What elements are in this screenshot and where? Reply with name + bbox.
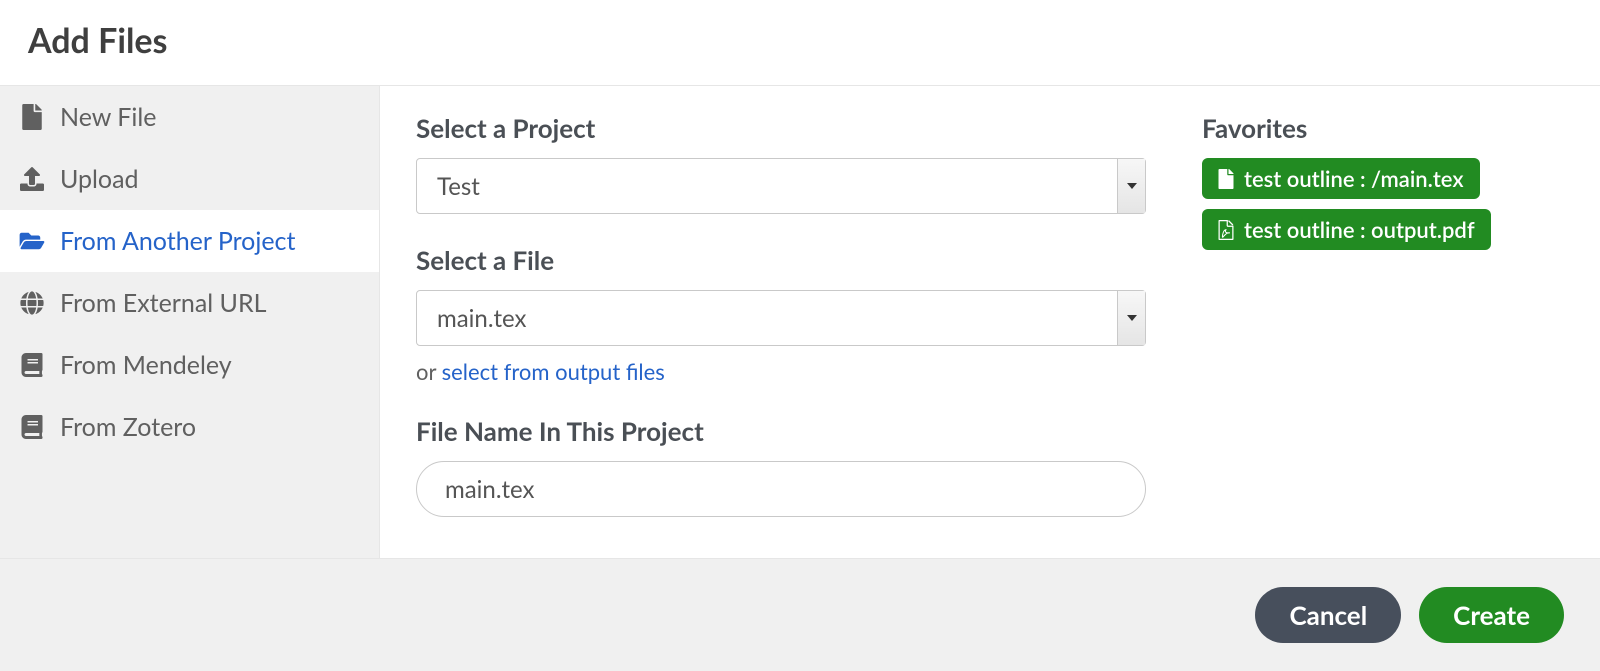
- book-icon: [18, 353, 46, 377]
- favorites-panel: Favorites test outline : /main.tex: [1202, 108, 1522, 530]
- project-select[interactable]: Test: [416, 158, 1146, 214]
- favorite-item[interactable]: test outline : /main.tex: [1202, 158, 1480, 199]
- file-icon: [1218, 169, 1234, 189]
- sidebar-item-label: Upload: [60, 164, 139, 194]
- sidebar-item-label: From Mendeley: [60, 350, 232, 380]
- modal-header: Add Files: [0, 0, 1600, 85]
- sidebar: New File Upload From Another Project Fro…: [0, 86, 380, 558]
- sidebar-item-from-mendeley[interactable]: From Mendeley: [0, 334, 379, 396]
- book-icon: [18, 415, 46, 439]
- chevron-down-icon: [1117, 159, 1145, 213]
- or-text: or: [416, 358, 442, 385]
- select-project-label: Select a Project: [416, 112, 1146, 144]
- file-select-value: main.tex: [437, 304, 527, 333]
- project-select-value: Test: [437, 172, 480, 201]
- sidebar-item-upload[interactable]: Upload: [0, 148, 379, 210]
- modal-body: New File Upload From Another Project Fro…: [0, 86, 1600, 558]
- file-select[interactable]: main.tex: [416, 290, 1146, 346]
- cancel-button[interactable]: Cancel: [1255, 587, 1401, 643]
- sidebar-item-new-file[interactable]: New File: [0, 86, 379, 148]
- sidebar-item-label: New File: [60, 102, 157, 132]
- chevron-down-icon: [1117, 291, 1145, 345]
- modal-footer: Cancel Create: [0, 558, 1600, 671]
- add-files-modal: Add Files New File Upload From Anot: [0, 0, 1600, 671]
- modal-title: Add Files: [28, 20, 1572, 61]
- create-button[interactable]: Create: [1419, 587, 1564, 643]
- sidebar-item-label: From External URL: [60, 288, 266, 318]
- upload-icon: [18, 167, 46, 191]
- form-area: Select a Project Test Select a File main…: [416, 108, 1146, 530]
- file-icon: [18, 104, 46, 130]
- folder-open-icon: [18, 230, 46, 252]
- sidebar-item-label: From Another Project: [60, 226, 295, 256]
- select-file-label: Select a File: [416, 244, 1146, 276]
- favorites-title: Favorites: [1202, 112, 1522, 144]
- favorite-item-label: test outline : output.pdf: [1244, 216, 1475, 243]
- sidebar-item-from-zotero[interactable]: From Zotero: [0, 396, 379, 458]
- sidebar-item-label: From Zotero: [60, 412, 196, 442]
- main-panel: Select a Project Test Select a File main…: [380, 86, 1600, 558]
- pdf-icon: [1218, 220, 1234, 240]
- globe-icon: [18, 291, 46, 315]
- select-output-files-link[interactable]: select from output files: [442, 358, 665, 385]
- sidebar-item-from-external-url[interactable]: From External URL: [0, 272, 379, 334]
- filename-label: File Name In This Project: [416, 415, 1146, 447]
- favorite-item-label: test outline : /main.tex: [1244, 165, 1464, 192]
- output-files-hint: or select from output files: [416, 358, 1146, 385]
- favorite-item[interactable]: test outline : output.pdf: [1202, 209, 1491, 250]
- sidebar-item-from-another-project[interactable]: From Another Project: [0, 210, 379, 272]
- filename-input[interactable]: [416, 461, 1146, 517]
